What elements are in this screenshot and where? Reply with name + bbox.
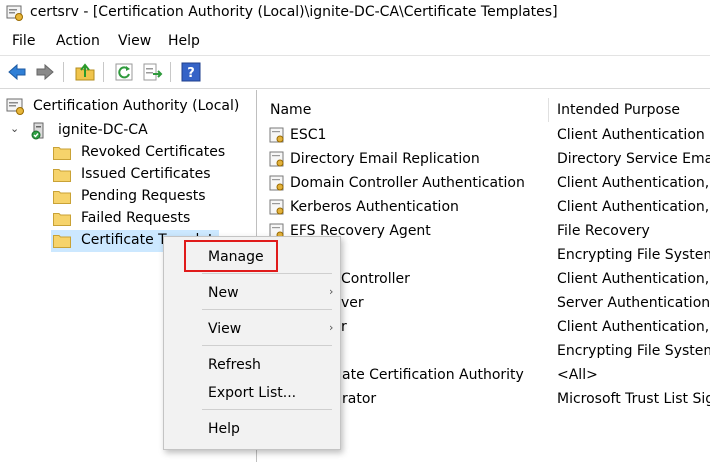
menu-help[interactable]: Help bbox=[168, 33, 200, 49]
template-name: Directory Email Replication bbox=[290, 151, 480, 167]
certificate-template-icon bbox=[269, 175, 284, 191]
tree-ca-label: ignite-DC-CA bbox=[58, 122, 148, 138]
tree-folder-label: Failed Requests bbox=[81, 210, 191, 226]
expand-chevron-icon[interactable]: ⌄ bbox=[10, 122, 19, 135]
template-name: ate Certification Authority bbox=[342, 367, 524, 383]
menu-bar: File Action View Help bbox=[0, 30, 710, 54]
context-menu-view[interactable]: View bbox=[208, 321, 241, 337]
certificate-template-icon bbox=[269, 127, 284, 143]
template-purpose: <All> bbox=[557, 367, 598, 383]
tree-item-failed-requests[interactable]: Failed Requests bbox=[53, 208, 243, 230]
certificate-template-icon bbox=[269, 151, 284, 167]
highlight-annotation-box bbox=[184, 240, 278, 272]
folder-icon bbox=[53, 191, 71, 204]
template-purpose: Encrypting File System, Secure Email bbox=[557, 343, 710, 359]
context-menu-export-list[interactable]: Export List... bbox=[208, 385, 296, 401]
template-name: rator bbox=[342, 391, 377, 407]
template-purpose: Client Authentication, Secure Email bbox=[557, 319, 710, 335]
template-purpose: Client Authentication bbox=[557, 127, 705, 143]
refresh-icon[interactable] bbox=[113, 61, 135, 83]
folder-icon bbox=[53, 235, 71, 248]
context-menu-new[interactable]: New bbox=[208, 285, 239, 301]
title-bar: certsrv - [Certification Authority (Loca… bbox=[0, 0, 710, 28]
template-purpose: Server Authentication bbox=[557, 295, 710, 311]
toolbar-separator bbox=[103, 62, 104, 82]
tree-folder-label: Revoked Certificates bbox=[81, 144, 226, 160]
svg-text:?: ? bbox=[187, 66, 195, 81]
menu-separator bbox=[202, 309, 332, 310]
table-row[interactable]: ESC1 Client Authentication bbox=[261, 124, 710, 148]
tree-item-pending-requests[interactable]: Pending Requests bbox=[53, 186, 243, 208]
up-folder-icon[interactable] bbox=[74, 61, 96, 83]
menu-separator bbox=[202, 345, 332, 346]
folder-icon bbox=[53, 213, 71, 226]
template-purpose: Encrypting File System bbox=[557, 247, 710, 263]
template-purpose: Client Authentication, Server Authentica… bbox=[557, 271, 710, 287]
window-title: certsrv - [Certification Authority (Loca… bbox=[30, 4, 558, 20]
template-purpose: Client Authentication, Server Authentica… bbox=[557, 199, 710, 215]
folder-icon bbox=[53, 147, 71, 160]
template-name: r bbox=[341, 319, 347, 335]
template-purpose: Microsoft Trust List Signing bbox=[557, 391, 710, 407]
certsrv-app-icon bbox=[6, 5, 23, 21]
help-icon[interactable]: ? bbox=[180, 61, 202, 83]
toolbar-separator bbox=[63, 62, 64, 82]
tree-item-root[interactable]: Certification Authority (Local) bbox=[6, 96, 246, 118]
tree-item-ca[interactable]: ⌄ ignite-DC-CA bbox=[10, 120, 210, 142]
tree-item-revoked-certificates[interactable]: Revoked Certificates bbox=[53, 142, 243, 164]
menu-separator bbox=[202, 409, 332, 410]
certification-authority-icon bbox=[6, 98, 24, 115]
template-name: Kerberos Authentication bbox=[290, 199, 459, 215]
table-row[interactable]: Kerberos Authentication Client Authentic… bbox=[261, 196, 710, 220]
submenu-arrow-icon: › bbox=[329, 321, 334, 334]
tree-item-issued-certificates[interactable]: Issued Certificates bbox=[53, 164, 243, 186]
menu-action[interactable]: Action bbox=[56, 33, 100, 49]
export-list-icon[interactable] bbox=[141, 61, 163, 83]
template-purpose: Client Authentication, Server Authentica… bbox=[557, 175, 710, 191]
tree-root-label: Certification Authority (Local) bbox=[33, 98, 240, 114]
certificate-template-icon bbox=[269, 199, 284, 215]
table-row[interactable]: Directory Email Replication Directory Se… bbox=[261, 148, 710, 172]
template-name: ver bbox=[341, 295, 364, 311]
template-purpose: File Recovery bbox=[557, 223, 650, 239]
context-menu-help[interactable]: Help bbox=[208, 421, 240, 437]
tree-folder-label: Issued Certificates bbox=[81, 166, 211, 182]
menu-view[interactable]: View bbox=[118, 33, 151, 49]
ca-server-icon bbox=[31, 122, 44, 140]
submenu-arrow-icon: › bbox=[329, 285, 334, 298]
tree-folder-label: Pending Requests bbox=[81, 188, 206, 204]
forward-arrow-icon[interactable] bbox=[34, 61, 56, 83]
menu-separator bbox=[202, 273, 332, 274]
template-name: ESC1 bbox=[290, 127, 327, 143]
column-header-name[interactable]: Name bbox=[270, 102, 311, 118]
column-divider[interactable] bbox=[548, 98, 549, 122]
column-header-intended-purpose[interactable]: Intended Purpose bbox=[557, 102, 680, 118]
back-arrow-icon[interactable] bbox=[6, 61, 28, 83]
context-menu-refresh[interactable]: Refresh bbox=[208, 357, 261, 373]
template-name: Domain Controller Authentication bbox=[290, 175, 525, 191]
folder-icon bbox=[53, 169, 71, 182]
toolbar-separator bbox=[170, 62, 171, 82]
menu-file[interactable]: File bbox=[12, 33, 35, 49]
table-row[interactable]: Domain Controller Authentication Client … bbox=[261, 172, 710, 196]
template-name: Controller bbox=[341, 271, 410, 287]
template-purpose: Directory Service Email Replication bbox=[557, 151, 710, 167]
toolbar: ? bbox=[0, 55, 710, 89]
